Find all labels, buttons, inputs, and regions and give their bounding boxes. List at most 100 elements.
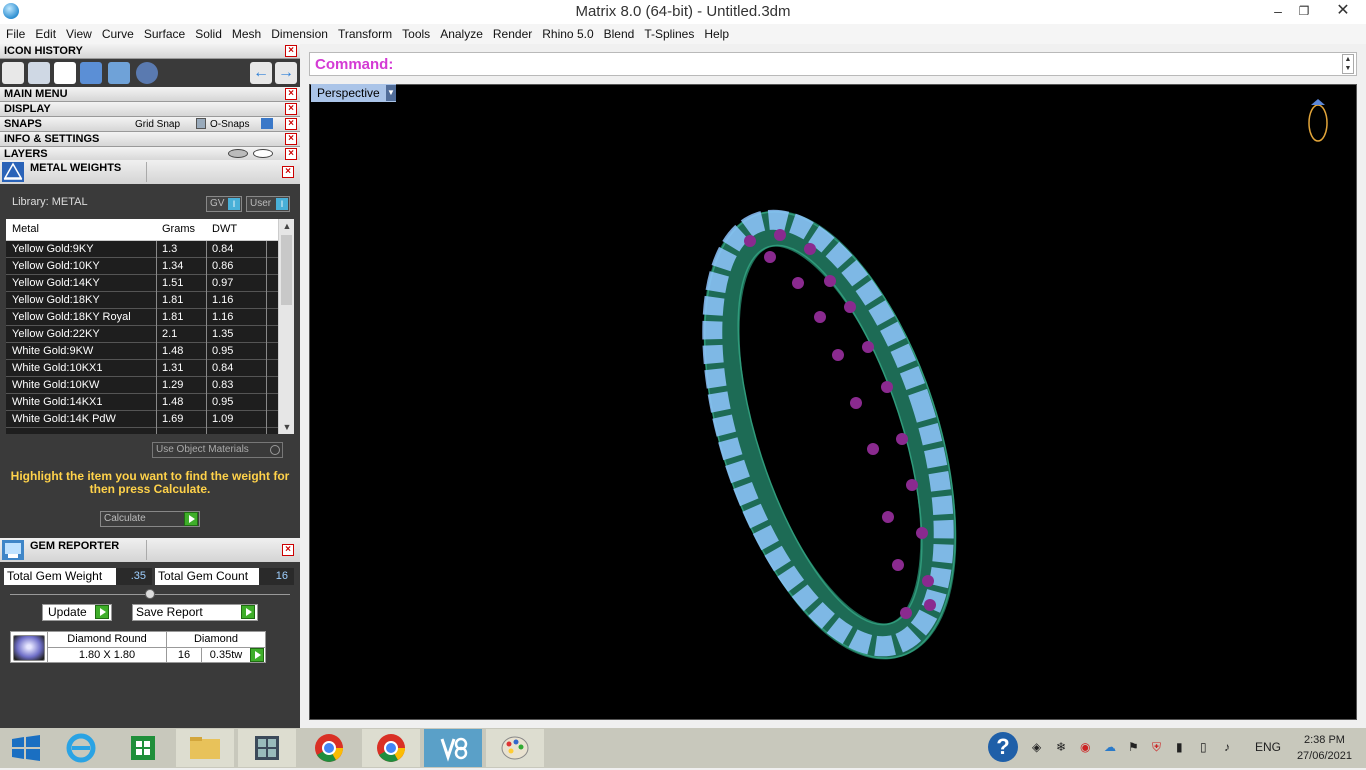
- help-icon[interactable]: ?: [988, 732, 1018, 762]
- transform-icon[interactable]: [28, 62, 50, 84]
- menu-blend[interactable]: Blend: [599, 24, 640, 44]
- gem-reporter-icon[interactable]: [108, 62, 130, 84]
- chevron-down-icon[interactable]: ▼: [386, 85, 396, 101]
- table-row[interactable]: White Gold:10KX1 1.31 0.84: [6, 360, 278, 377]
- internet-explorer-icon[interactable]: [52, 729, 110, 767]
- main-menu-header[interactable]: MAIN MENU ×: [0, 87, 300, 102]
- forward-arrow-icon[interactable]: →: [275, 62, 297, 84]
- eye-icon[interactable]: [253, 149, 273, 158]
- menu-dimension[interactable]: Dimension: [266, 24, 333, 44]
- close-icon[interactable]: ×: [285, 103, 297, 115]
- table-row[interactable]: Yellow Gold:14KY 1.51 0.97: [6, 275, 278, 292]
- table-row[interactable]: White Gold:14K PdW 1.69 1.09: [6, 411, 278, 428]
- gem-list-row[interactable]: Diamond Round 1.80 X 1.80 Diamond 16 0.3…: [10, 631, 266, 663]
- scroll-thumb[interactable]: [281, 235, 292, 305]
- panel-splitter[interactable]: [10, 589, 290, 599]
- menu-render[interactable]: Render: [488, 24, 537, 44]
- table-row[interactable]: [6, 428, 278, 434]
- start-button[interactable]: [0, 729, 58, 767]
- menu-surface[interactable]: Surface: [139, 24, 190, 44]
- orientation-gizmo[interactable]: [1308, 99, 1328, 142]
- menu-tsplines[interactable]: T-Splines: [639, 24, 699, 44]
- command-line[interactable]: Command: ▲ ▼: [309, 52, 1357, 76]
- restore-button[interactable]: ❐: [1290, 0, 1318, 22]
- menu-curve[interactable]: Curve: [97, 24, 139, 44]
- display-header[interactable]: DISPLAY ×: [0, 102, 300, 117]
- menu-rhino[interactable]: Rhino 5.0: [537, 24, 598, 44]
- signal-icon[interactable]: ▮: [1176, 740, 1183, 754]
- menu-analyze[interactable]: Analyze: [435, 24, 488, 44]
- menu-view[interactable]: View: [61, 24, 97, 44]
- play-arrow-icon[interactable]: [184, 512, 198, 526]
- user-toggle[interactable]: User I: [246, 196, 290, 212]
- gem-tool-icon[interactable]: [136, 62, 158, 84]
- menu-mesh[interactable]: Mesh: [227, 24, 266, 44]
- close-icon[interactable]: ×: [285, 118, 297, 130]
- metal-weights-table[interactable]: Metal Grams DWT Yellow Gold:9KY 1.3 0.84 Y…: [6, 219, 294, 434]
- matrix-app-icon[interactable]: [238, 729, 296, 767]
- back-arrow-icon[interactable]: ←: [250, 62, 272, 84]
- table-row[interactable]: White Gold:14KX1 1.48 0.95: [6, 394, 278, 411]
- close-icon[interactable]: ×: [285, 88, 297, 100]
- menu-edit[interactable]: Edit: [30, 24, 61, 44]
- network-app-icon[interactable]: ◈: [1032, 740, 1041, 754]
- save-report-button[interactable]: Save Report: [132, 604, 258, 621]
- v8-app-icon[interactable]: [424, 729, 482, 767]
- minimize-button[interactable]: –: [1264, 0, 1292, 22]
- menu-help[interactable]: Help: [699, 24, 734, 44]
- snaps-header[interactable]: SNAPS Grid Snap O-Snaps ×: [0, 117, 300, 132]
- scroll-down-icon[interactable]: ▼: [279, 420, 294, 434]
- table-row[interactable]: Yellow Gold:18KY Royal 1.81 1.16: [6, 309, 278, 326]
- o-snaps-toggle[interactable]: [261, 118, 273, 129]
- close-button[interactable]: ✕: [1326, 0, 1360, 22]
- table-row[interactable]: Yellow Gold:22KY 2.1 1.35: [6, 326, 278, 343]
- play-arrow-icon[interactable]: [250, 648, 264, 662]
- table-row[interactable]: White Gold:10KW 1.29 0.83: [6, 377, 278, 394]
- menu-transform[interactable]: Transform: [333, 24, 397, 44]
- close-icon[interactable]: ×: [282, 166, 294, 178]
- metal-weight-icon[interactable]: [80, 62, 102, 84]
- cloud-icon[interactable]: ☁: [1104, 740, 1116, 754]
- battery-icon[interactable]: ▯: [1200, 740, 1207, 754]
- chrome-icon[interactable]: [300, 729, 358, 767]
- layer-visibility-icon[interactable]: [228, 149, 248, 158]
- beats-icon[interactable]: ◉: [1080, 740, 1090, 754]
- command-scroll-icon[interactable]: ▲ ▼: [1342, 54, 1354, 74]
- close-icon[interactable]: ×: [285, 148, 297, 160]
- splitter-knob[interactable]: [145, 589, 155, 599]
- snowflake-icon[interactable]: ❄: [1056, 740, 1066, 754]
- menu-solid[interactable]: Solid: [190, 24, 227, 44]
- store-icon[interactable]: [114, 729, 172, 767]
- file-explorer-icon[interactable]: [176, 729, 234, 767]
- shield-icon[interactable]: ⛨: [1152, 740, 1161, 755]
- use-object-materials-toggle[interactable]: Use Object Materials: [152, 442, 283, 458]
- table-row[interactable]: Yellow Gold:10KY 1.34 0.86: [6, 258, 278, 275]
- grid-snap-toggle[interactable]: [196, 118, 206, 129]
- close-icon[interactable]: ×: [285, 133, 297, 145]
- paint-icon[interactable]: [486, 729, 544, 767]
- volume-icon[interactable]: ♪: [1224, 740, 1230, 754]
- menu-tools[interactable]: Tools: [397, 24, 435, 44]
- viewport-tab-perspective[interactable]: Perspective ▼: [311, 84, 396, 102]
- info-settings-header[interactable]: INFO & SETTINGS ×: [0, 132, 300, 147]
- column-header-metal[interactable]: Metal: [12, 223, 39, 235]
- close-icon[interactable]: ×: [285, 45, 297, 57]
- document-icon[interactable]: [54, 62, 76, 84]
- language-indicator[interactable]: ENG: [1255, 740, 1281, 754]
- chrome-icon[interactable]: [362, 729, 420, 767]
- table-scrollbar[interactable]: ▲ ▼: [278, 219, 294, 434]
- play-arrow-icon[interactable]: [95, 605, 109, 619]
- clock[interactable]: 2:38 PM 27/06/2021: [1297, 732, 1352, 764]
- icon-history-header[interactable]: ICON HISTORY ×: [0, 44, 300, 59]
- play-arrow-icon[interactable]: [241, 605, 255, 619]
- close-icon[interactable]: ×: [282, 544, 294, 556]
- table-row[interactable]: Yellow Gold:18KY 1.81 1.16: [6, 292, 278, 309]
- perspective-viewport[interactable]: [309, 84, 1357, 720]
- flag-icon[interactable]: ⚑: [1128, 740, 1139, 754]
- table-row[interactable]: White Gold:9KW 1.48 0.95: [6, 343, 278, 360]
- menu-file[interactable]: File: [0, 24, 30, 44]
- gv-toggle[interactable]: GV I: [206, 196, 242, 212]
- column-header-grams[interactable]: Grams: [162, 223, 195, 235]
- scroll-up-icon[interactable]: ▲: [279, 219, 294, 233]
- save-icon[interactable]: [2, 62, 24, 84]
